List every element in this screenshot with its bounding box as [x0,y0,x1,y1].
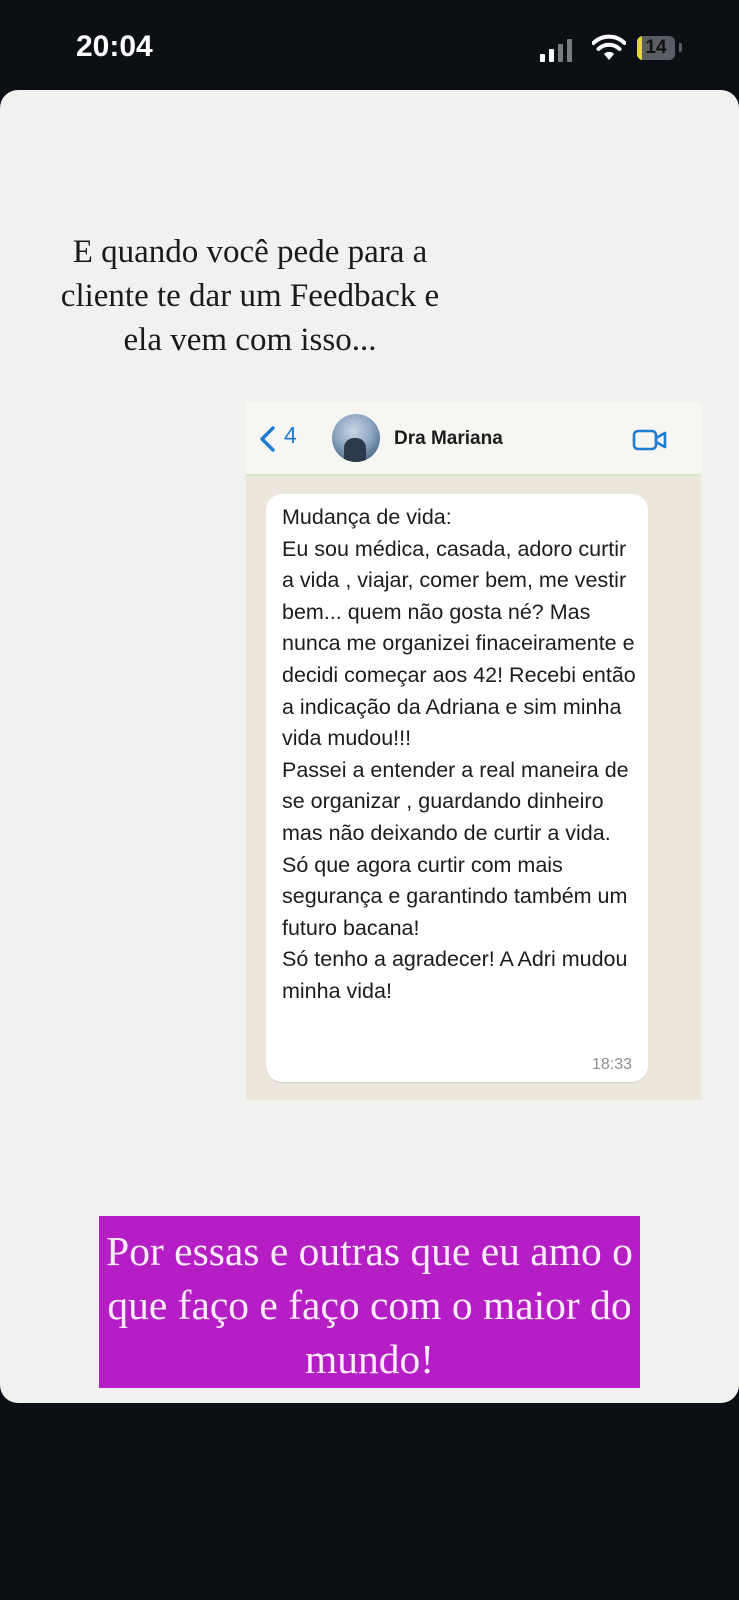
battery-icon: 14 [637,36,675,60]
chat-header: 4 Dra Mariana [246,402,701,476]
contact-name[interactable]: Dra Mariana [394,428,503,450]
story-headline: E quando você pede para a cliente te dar… [60,234,440,358]
signal-icon [540,38,574,62]
message-bubble[interactable]: Mudança de vida: Eu sou médica, casada, … [266,494,648,1082]
video-call-icon[interactable] [632,428,668,452]
highlight-caption: Por essas e outras que eu amo o que faço… [99,1216,640,1388]
message-text: Mudança de vida: Eu sou médica, casada, … [282,505,636,1003]
chat-screenshot: 4 Dra Mariana Mudança de vida: Eu sou mé… [246,402,701,1100]
battery-percentage: 14 [645,37,667,58]
avatar[interactable] [332,414,380,462]
wifi-icon [592,34,626,60]
status-bar: 20:04 14 [0,0,739,90]
status-time: 20:04 [76,30,153,63]
unread-count[interactable]: 4 [284,422,297,449]
story-card: E quando você pede para a cliente te dar… [0,90,739,1403]
back-chevron-icon[interactable] [258,426,276,452]
highlight-text: Por essas e outras que eu amo o que faço… [106,1228,633,1382]
message-time: 18:33 [591,1056,632,1073]
battery-tip [679,43,682,52]
